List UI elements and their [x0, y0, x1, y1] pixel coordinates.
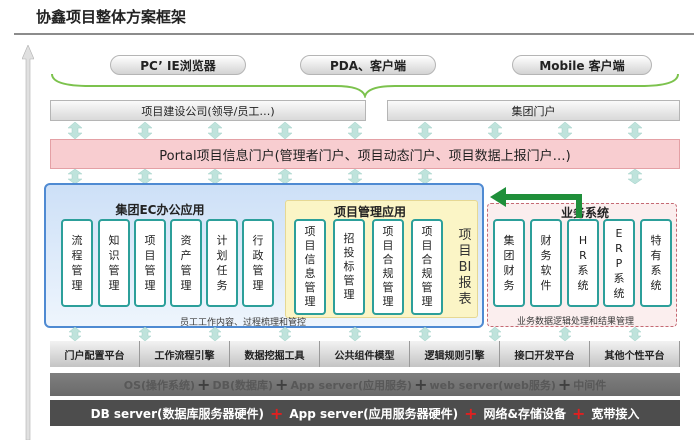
db-server-part: DB server(数据库服务器硬件) — [90, 406, 264, 421]
ec-app-admin-management: 行政管理 — [242, 219, 274, 307]
tool-data-mining: 数据挖掘工具 — [230, 341, 320, 367]
vertical-axis-arrow — [22, 45, 34, 440]
ec-app-project-management: 项目管理 — [134, 219, 166, 307]
ec-app-flow-management: 流程管理 — [61, 219, 93, 307]
web-server-part: web server(web服务) — [429, 378, 556, 392]
network-storage-part: 网络&存储设备 — [483, 406, 566, 421]
plus-icon: + — [414, 375, 428, 394]
biz-app-finance-software: 财务软件 — [530, 219, 562, 307]
client-grouping-brace — [51, 73, 679, 98]
ec-office-title: 集团EC办公应用 — [115, 203, 205, 217]
pm-app-bidding: 招投标管理 — [333, 219, 365, 315]
pm-app-project-info: 项目信息管理 — [294, 219, 326, 315]
project-management-title: 项目管理应用 — [333, 205, 406, 219]
portal-info-bar: Portal项目信息门户(管理者门户、项目动态门户、项目数据上报门户…) — [50, 139, 680, 169]
plus-icon: + — [275, 375, 289, 394]
portal-group: 集团门户 — [387, 100, 680, 121]
title-divider — [14, 33, 694, 35]
plus-icon: + — [464, 403, 478, 423]
app-server-part: App server(应用服务) — [290, 378, 413, 392]
apps-tools-arrows — [68, 327, 642, 341]
ec-app-plan-tasks: 计划任务 — [206, 219, 238, 307]
hardware-bar: DB server(数据库服务器硬件) + App server(应用服务器硬件… — [50, 400, 680, 426]
updown-arrows — [67, 122, 643, 139]
biz-app-group-finance: 集团财务 — [493, 219, 525, 307]
app-server-hw-part: App server(应用服务器硬件) — [289, 406, 459, 421]
tool-common-components: 公共组件模型 — [320, 341, 410, 367]
pm-app-compliance-1: 项目合规管理 — [372, 219, 404, 315]
tool-rule-engine: 逻辑规则引擎 — [410, 341, 500, 367]
db-part: DB(数据库) — [212, 378, 274, 392]
plus-icon: + — [571, 403, 586, 423]
pm-app-compliance-2: 项目合规管理 — [411, 219, 443, 315]
plus-icon: + — [269, 403, 284, 423]
feedback-arrow — [490, 187, 582, 218]
biz-app-hr-system: HR系统 — [567, 219, 599, 307]
ec-app-asset-management: 资产管理 — [170, 219, 202, 307]
biz-app-special-system: 特有系统 — [640, 219, 672, 307]
plus-icon: + — [197, 375, 211, 394]
plus-icon: + — [557, 375, 572, 394]
page-title: 协鑫项目整体方案框架 — [36, 8, 187, 26]
bi-report-label: 项目BI报表 — [458, 228, 472, 307]
os-software-bar: OS(操作系统) + DB(数据库) + App server(应用服务) + … — [50, 373, 680, 396]
ec-app-knowledge-management: 知识管理 — [98, 219, 130, 307]
tool-interface-dev: 接口开发平台 — [500, 341, 590, 367]
middleware-part: 中间件 — [573, 378, 607, 392]
portal-company: 项目建设公司(领导/员工…) — [50, 100, 366, 121]
business-systems-note: 业务数据逻辑处理和结果管理 — [517, 317, 635, 327]
tool-portal-config: 门户配置平台 — [50, 341, 140, 367]
tool-other-platforms: 其他个性平台 — [590, 341, 680, 367]
broadband-part: 宽带接入 — [591, 406, 640, 421]
portal-flow-arrows — [67, 122, 643, 139]
os-part: OS(操作系统) — [123, 378, 196, 392]
biz-app-erp-system: ERP系统 — [603, 219, 635, 307]
tool-workflow-engine: 工作流程引擎 — [140, 341, 230, 367]
